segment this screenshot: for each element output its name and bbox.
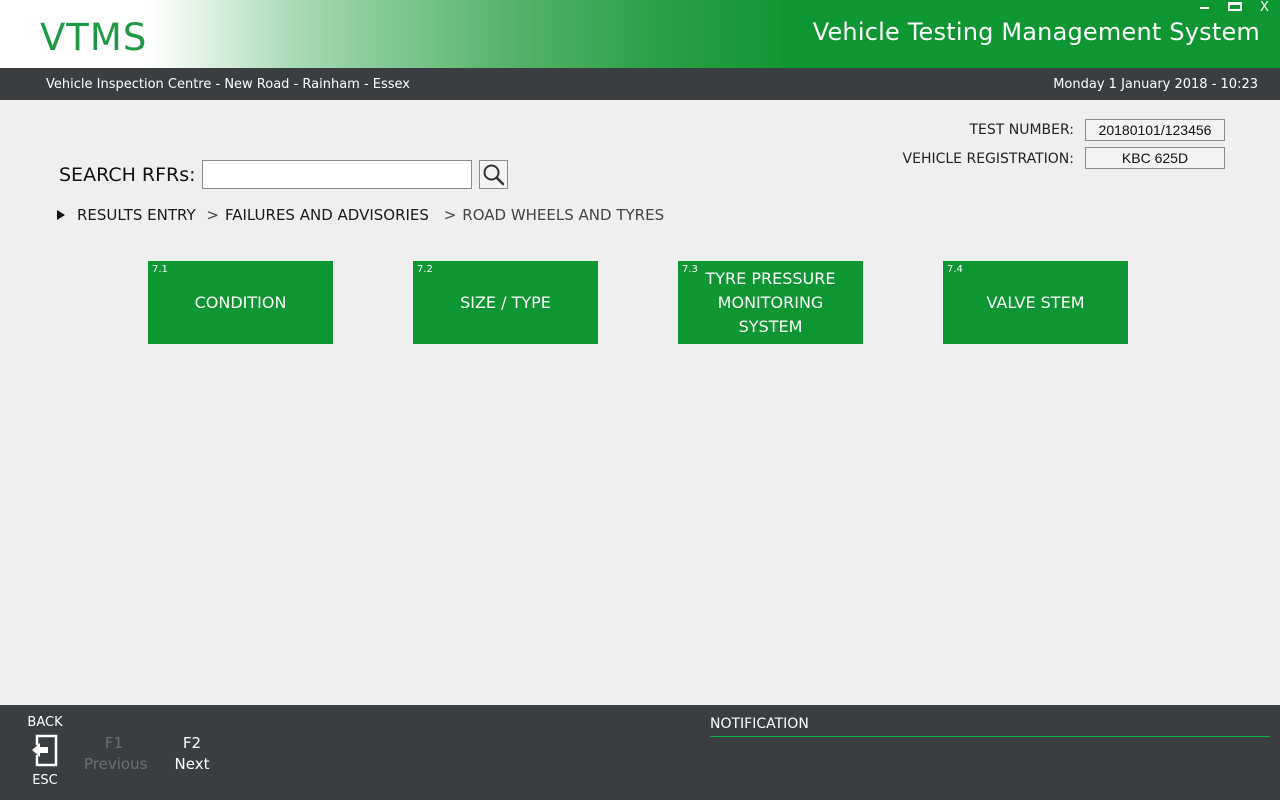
tile-tyre-pressure-monitoring[interactable]: 7.3 TYRE PRESSURE MONITORING SYSTEM <box>678 261 863 344</box>
previous-key: F1 <box>104 734 124 752</box>
app-title: Vehicle Testing Management System <box>812 18 1260 46</box>
back-key: ESC <box>32 773 58 788</box>
expand-triangle-icon[interactable] <box>57 210 65 220</box>
vehicle-registration-field: KBC 625D <box>1085 147 1225 169</box>
footer-bar: BACK ESC F1 Previous F2 Next NOTIFICATIO… <box>0 705 1280 800</box>
breadcrumb: RESULTS ENTRY > FAILURES AND ADVISORIES >… <box>57 206 664 224</box>
test-number-label: TEST NUMBER: <box>969 122 1074 138</box>
info-bar: Vehicle Inspection Centre - New Road - R… <box>0 68 1280 100</box>
app-logo: VTMS <box>40 16 148 59</box>
centre-location: Vehicle Inspection Centre - New Road - R… <box>46 77 410 92</box>
notification-area: NOTIFICATION <box>710 716 1270 737</box>
tile-number: 7.1 <box>152 264 168 275</box>
tile-label: CONDITION <box>194 292 287 312</box>
breadcrumb-separator: > <box>206 206 219 224</box>
exit-icon <box>32 734 58 767</box>
back-label: BACK <box>27 715 63 730</box>
tile-label: SIZE / TYPE <box>460 292 551 312</box>
breadcrumb-results-entry[interactable]: RESULTS ENTRY <box>77 206 196 224</box>
tile-number: 7.4 <box>947 264 963 275</box>
test-number-field: 20180101/123456 <box>1085 119 1225 141</box>
vehicle-registration-label: VEHICLE REGISTRATION: <box>902 151 1074 167</box>
previous-label: Previous <box>84 755 148 773</box>
breadcrumb-current: ROAD WHEELS AND TYRES <box>462 206 665 224</box>
next-key: F2 <box>182 734 202 752</box>
tile-number: 7.2 <box>417 264 433 275</box>
search-label: SEARCH RFRs: <box>59 164 196 186</box>
next-button[interactable]: F2 Next <box>170 734 214 776</box>
notification-label: NOTIFICATION <box>710 716 809 732</box>
tile-valve-stem[interactable]: 7.4 VALVE STEM <box>943 261 1128 344</box>
current-datetime: Monday 1 January 2018 - 10:23 <box>1053 77 1258 92</box>
minimize-icon[interactable] <box>1200 7 1209 9</box>
search-icon <box>483 164 505 186</box>
search-button[interactable] <box>479 160 508 189</box>
breadcrumb-separator: > <box>443 206 457 224</box>
breadcrumb-failures-advisories[interactable]: FAILURES AND ADVISORIES <box>225 206 429 224</box>
tile-size-type[interactable]: 7.2 SIZE / TYPE <box>413 261 598 344</box>
maximize-icon[interactable] <box>1228 2 1242 11</box>
tile-condition[interactable]: 7.1 CONDITION <box>148 261 333 344</box>
tile-label: TYRE PRESSURE MONITORING SYSTEM <box>705 268 836 336</box>
previous-button[interactable]: F1 Previous <box>84 734 148 776</box>
next-label: Next <box>174 755 210 773</box>
tile-label: VALVE STEM <box>986 292 1085 312</box>
close-icon[interactable]: X <box>1260 0 1269 15</box>
app-header: VTMS Vehicle Testing Management System X <box>0 0 1280 68</box>
tile-number: 7.3 <box>682 264 698 275</box>
notification-divider <box>710 736 1270 737</box>
back-button[interactable]: BACK ESC <box>20 715 70 788</box>
search-input[interactable] <box>202 160 472 189</box>
